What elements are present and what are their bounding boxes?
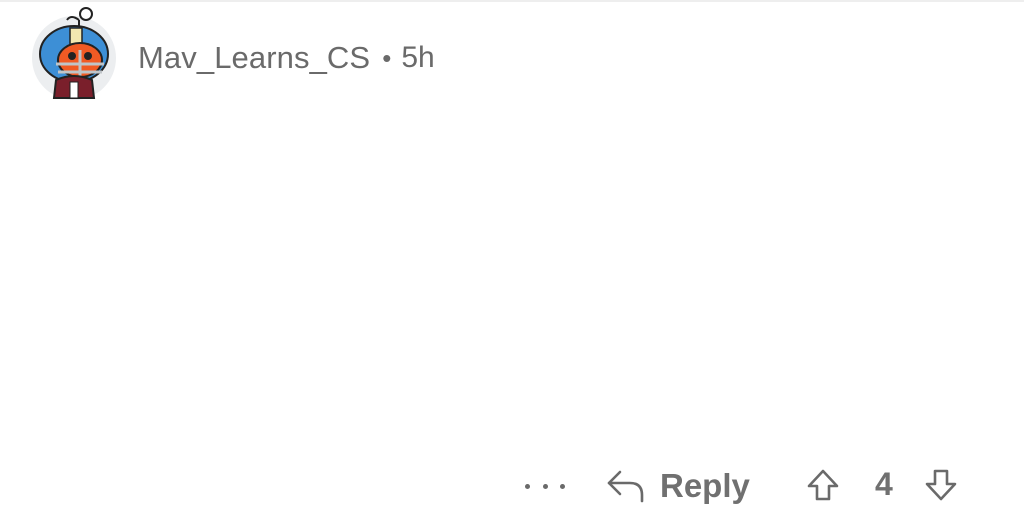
comment-action-bar: Reply 4 — [0, 458, 1024, 514]
reply-label: Reply — [660, 467, 750, 504]
avatar[interactable] — [32, 7, 116, 100]
more-options-button[interactable] — [525, 472, 565, 500]
username-link[interactable]: Mav_Learns_CS — [138, 40, 370, 76]
reply-arrow-icon — [607, 470, 644, 503]
vote-score: 4 — [875, 466, 893, 502]
comment-header: Mav_Learns_CS • 5h — [32, 7, 435, 108]
downvote-arrow-icon — [925, 469, 957, 501]
downvote-button[interactable] — [924, 468, 958, 507]
reply-button[interactable]: Reply — [606, 462, 750, 510]
top-divider — [0, 0, 1024, 2]
ellipsis-icon — [542, 483, 548, 489]
snoo-avatar-icon — [39, 7, 109, 99]
ellipsis-icon — [525, 483, 530, 489]
timestamp: 5h — [401, 41, 435, 74]
upvote-button[interactable] — [806, 468, 840, 507]
upvote-arrow-icon — [807, 469, 839, 501]
ellipsis-icon — [560, 483, 565, 489]
separator-dot: • — [382, 42, 392, 73]
